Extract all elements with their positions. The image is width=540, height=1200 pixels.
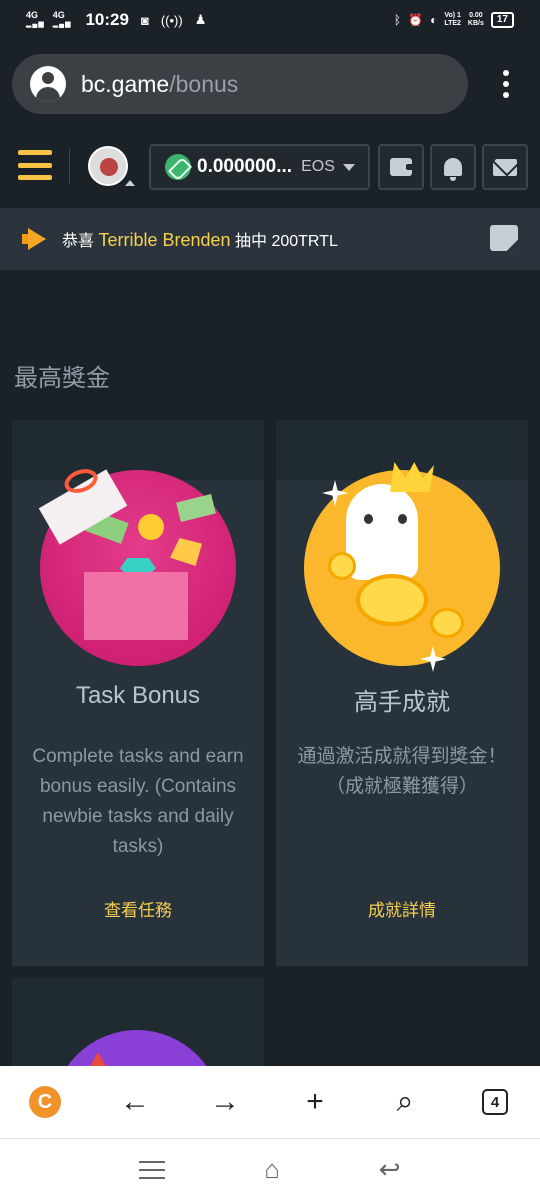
dnd-icon: ◐ xyxy=(430,13,438,27)
status-bar: 4G ▂▄▆ 4G ▂▄▆ 10:29 ◙ ((•)) ♟ ᛒ ⏰ ◐ Vo) 1L… xyxy=(0,0,540,40)
coin-icon xyxy=(138,514,164,540)
new-tab-plus-icon[interactable]: + xyxy=(270,1066,360,1138)
url-path: /bonus xyxy=(169,70,239,97)
balance-value: 0.000000... xyxy=(197,156,293,177)
mascot-eye xyxy=(364,514,373,524)
achievement-details-link[interactable]: 成就詳情 xyxy=(276,896,528,921)
money-icon xyxy=(176,493,216,523)
avatar-caret-icon xyxy=(125,180,135,186)
search-icon[interactable]: ⌕ xyxy=(360,1066,450,1138)
wallet-icon xyxy=(390,158,414,176)
ticker-prefix: 恭喜 xyxy=(62,233,95,250)
back-icon[interactable]: ↩ xyxy=(379,1154,401,1185)
crown-icon xyxy=(390,462,434,492)
bonus-card-partial[interactable] xyxy=(12,978,264,1078)
browser-logo-button[interactable]: C xyxy=(0,1066,90,1138)
ticker-collapse-icon[interactable] xyxy=(490,225,518,251)
card-description: 通過激活成就得到獎金！（成就極難獲得） xyxy=(297,746,507,797)
mail-icon xyxy=(493,158,517,176)
menu-icon[interactable] xyxy=(18,150,52,180)
win-ticker: 恭喜 Terrible Brenden 抽中 200TRTL xyxy=(0,208,540,270)
mascot-eye xyxy=(398,514,407,524)
tabs-count: 4 xyxy=(482,1089,508,1115)
tabs-button[interactable]: 4 xyxy=(450,1066,540,1138)
achievements-card[interactable]: 高手成就 通過激活成就得到獎金！（成就極難獲得） 成就詳情 xyxy=(276,420,528,966)
hotspot-icon: ((•)) xyxy=(160,12,183,28)
gift-box-illustration xyxy=(38,464,236,666)
alarm-icon: ⏰ xyxy=(408,13,424,27)
card-title: 高手成就 xyxy=(354,689,450,716)
user-avatar[interactable] xyxy=(88,146,128,186)
network-speed: 0.00 KB/s xyxy=(467,12,484,27)
balance-currency: EOS xyxy=(301,158,335,175)
url-host: bc.game xyxy=(81,70,170,97)
ticker-suffix: 抽中 200TRTL xyxy=(235,233,338,250)
signal-2: 4G ▂▄▆ xyxy=(52,10,72,29)
notification-icon: ♟ xyxy=(194,12,207,27)
forward-arrow-icon[interactable]: → xyxy=(180,1066,270,1138)
home-icon[interactable]: ⌂ xyxy=(264,1154,280,1185)
messages-button[interactable] xyxy=(482,144,528,190)
bluetooth-icon: ᛒ xyxy=(393,13,402,27)
clock: 10:29 xyxy=(85,10,129,29)
chevron-down-icon xyxy=(342,163,355,171)
megaphone-icon xyxy=(22,228,48,250)
wallet-button[interactable] xyxy=(378,144,424,190)
card-description: Complete tasks and earn bonus easily. (C… xyxy=(32,746,244,857)
ticker-user-name: Terrible Brenden xyxy=(98,230,231,250)
battery-indicator: 17 xyxy=(490,12,514,28)
gold-coin-icon xyxy=(356,574,428,626)
browser-toolbar: bc.game/bonus xyxy=(12,54,528,114)
browser-logo-icon: C xyxy=(29,1086,61,1118)
task-bonus-card[interactable]: Task Bonus Complete tasks and earn bonus… xyxy=(12,420,264,966)
address-bar[interactable]: bc.game/bonus xyxy=(12,54,468,114)
notifications-button[interactable] xyxy=(430,144,476,190)
system-navigation-bar: ⌂ ↩ xyxy=(0,1138,540,1200)
gold-coin-icon xyxy=(328,552,356,580)
gold-coin-icon xyxy=(430,608,464,638)
site-header: 0.000000... EOS xyxy=(0,140,540,192)
card-title: Task Bonus xyxy=(75,682,201,709)
volte-indicator: Vo) 1 LTE2 xyxy=(444,12,461,27)
balance-selector[interactable]: 0.000000... EOS xyxy=(149,144,370,190)
mascot-icon xyxy=(346,484,418,580)
divider xyxy=(69,148,70,184)
screen-record-icon: ◙ xyxy=(140,12,149,28)
browser-bottom-bar: C ← → + ⌕ 4 xyxy=(0,1066,540,1138)
recents-menu-icon[interactable] xyxy=(139,1160,166,1179)
back-arrow-icon[interactable]: ← xyxy=(90,1066,180,1138)
view-tasks-link[interactable]: 查看任務 xyxy=(12,896,264,921)
ticker-message: 恭喜 Terrible Brenden 抽中 200TRTL xyxy=(62,227,338,251)
eos-coin-icon xyxy=(165,154,191,180)
section-title: 最高獎金 xyxy=(14,365,110,392)
url-text[interactable]: bc.game/bonus xyxy=(81,71,238,98)
signal-1: 4G ▂▄▆ xyxy=(26,10,45,29)
bell-icon xyxy=(444,158,462,181)
account-icon[interactable] xyxy=(30,66,66,102)
more-menu-icon[interactable] xyxy=(502,70,510,98)
gem-icon xyxy=(170,538,202,566)
gift-box-icon xyxy=(84,572,188,640)
